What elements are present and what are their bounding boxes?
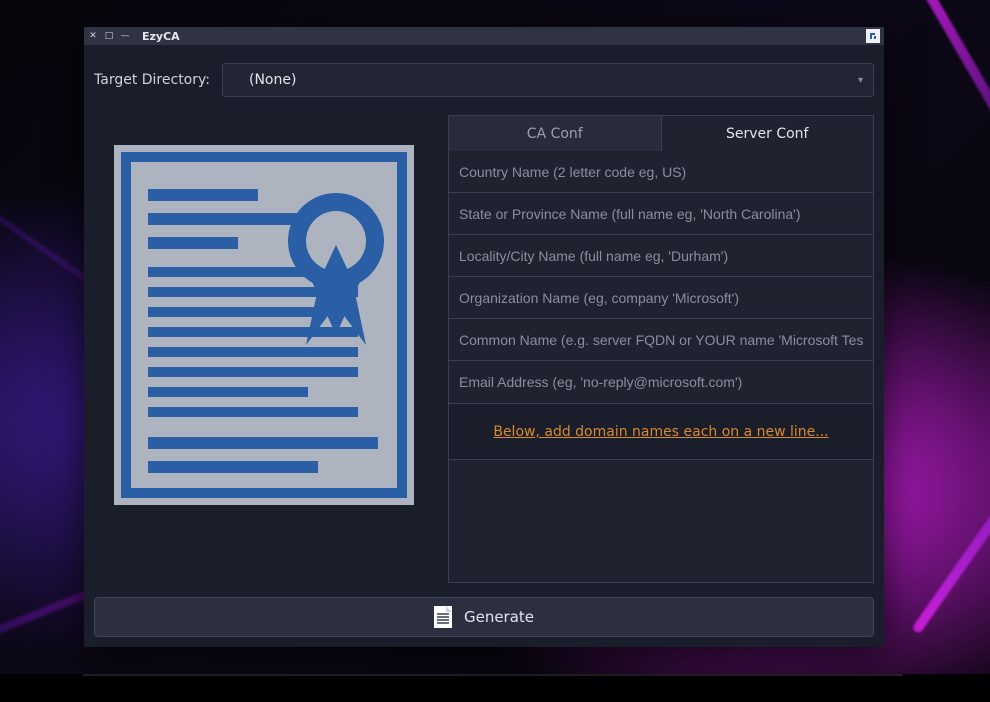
certificate-illustration bbox=[94, 115, 434, 583]
tab-server-conf[interactable]: Server Conf bbox=[662, 116, 874, 151]
domains-textarea[interactable] bbox=[448, 460, 874, 583]
minimize-icon[interactable]: — bbox=[120, 31, 130, 41]
app-indicator-icon[interactable] bbox=[866, 29, 880, 43]
config-tabs: CA Conf Server Conf bbox=[448, 115, 874, 151]
close-icon[interactable]: ✕ bbox=[88, 31, 98, 41]
chevron-down-icon: ▾ bbox=[858, 75, 863, 86]
titlebar[interactable]: ✕ □ — EzyCA bbox=[84, 27, 884, 45]
target-directory-label: Target Directory: bbox=[94, 72, 210, 88]
state-name-field[interactable] bbox=[449, 193, 873, 235]
organization-name-field[interactable] bbox=[449, 277, 873, 319]
locality-name-field[interactable] bbox=[449, 235, 873, 277]
common-name-field[interactable] bbox=[449, 319, 873, 361]
target-directory-combo[interactable]: (None) ▾ bbox=[222, 63, 874, 97]
app-window: ✕ □ — EzyCA Target Directory: (None) ▾ bbox=[84, 27, 884, 647]
email-address-field[interactable] bbox=[449, 361, 873, 403]
maximize-icon[interactable]: □ bbox=[104, 31, 114, 41]
certificate-icon bbox=[114, 145, 414, 505]
document-icon bbox=[434, 606, 452, 628]
generate-button[interactable]: Generate bbox=[94, 597, 874, 637]
generate-button-label: Generate bbox=[464, 608, 534, 626]
window-title: EzyCA bbox=[142, 30, 180, 43]
domains-hint-text: Below, add domain names each on a new li… bbox=[493, 424, 828, 440]
country-name-field[interactable] bbox=[449, 151, 873, 193]
tab-ca-conf[interactable]: CA Conf bbox=[449, 116, 662, 151]
target-directory-value: (None) bbox=[249, 72, 296, 88]
domains-hint: Below, add domain names each on a new li… bbox=[448, 404, 874, 460]
